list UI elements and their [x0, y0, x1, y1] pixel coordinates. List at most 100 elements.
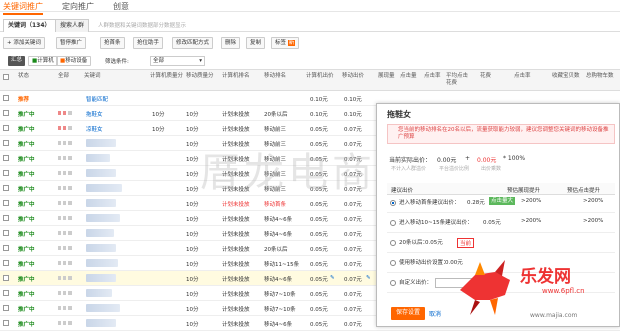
- row-status[interactable]: 推广中: [18, 125, 35, 133]
- option-radio[interactable]: [390, 240, 396, 246]
- row-status[interactable]: 推广中: [18, 290, 35, 298]
- row-status[interactable]: 推广中: [18, 275, 35, 283]
- row-mobile-bid[interactable]: 0.07元: [344, 260, 362, 268]
- suggestion-row[interactable]: 进入移动首条建议出价： 0.28元 点击量大 >200% >200%: [387, 195, 615, 213]
- col-fav[interactable]: 收藏宝贝数: [552, 73, 580, 80]
- col-mobile-rank[interactable]: 移动排名: [264, 73, 300, 80]
- row-mobile-bid[interactable]: 0.10元: [344, 95, 362, 103]
- row-pc-bid[interactable]: 0.05元: [310, 200, 328, 208]
- row-status[interactable]: 推广中: [18, 260, 35, 268]
- row-checkbox[interactable]: [3, 230, 9, 236]
- col-pc-rank[interactable]: 计算机排名: [222, 73, 260, 80]
- row-checkbox[interactable]: [3, 290, 9, 296]
- tab-search-people[interactable]: 搜索人群: [55, 19, 90, 32]
- row-mobile-bid[interactable]: 0.07元: [344, 305, 362, 313]
- edit-icon[interactable]: ✎: [330, 275, 335, 281]
- row-mobile-bid[interactable]: 0.07元: [344, 125, 362, 133]
- row-mobile-bid[interactable]: 0.07元: [344, 215, 362, 223]
- match-type-button[interactable]: 修改匹配方式: [172, 37, 214, 49]
- row-mobile-bid[interactable]: 0.07元: [344, 230, 362, 238]
- save-button[interactable]: 保存设置: [391, 307, 426, 320]
- row-status[interactable]: 推广中: [18, 170, 35, 178]
- row-checkbox[interactable]: [3, 215, 9, 221]
- edit-mobile-icon[interactable]: ✎: [366, 275, 371, 281]
- bid-helper-button[interactable]: 抢位助手: [133, 37, 164, 49]
- add-keyword-button[interactable]: + 添加关键词: [3, 37, 45, 49]
- col-all[interactable]: 全部: [58, 73, 69, 80]
- row-checkbox[interactable]: [3, 125, 9, 131]
- option-radio[interactable]: [390, 280, 396, 286]
- mobile-chip[interactable]: ■移动设备: [56, 56, 92, 66]
- nav-creative[interactable]: 创意: [113, 1, 129, 12]
- row-checkbox[interactable]: [3, 200, 9, 206]
- tab-keywords[interactable]: 关键词（134）: [3, 19, 56, 32]
- option-radio[interactable]: [390, 220, 396, 226]
- row-keyword[interactable]: 拖鞋女: [86, 110, 103, 118]
- row-pc-bid[interactable]: 0.05元: [310, 245, 328, 253]
- row-checkbox[interactable]: [3, 245, 9, 251]
- row-checkbox[interactable]: [3, 260, 9, 266]
- row-mobile-bid[interactable]: 0.07元: [344, 245, 362, 253]
- row-mobile-bid[interactable]: 0.07元: [344, 275, 362, 283]
- col-cart[interactable]: 总购物车数: [586, 73, 618, 80]
- tag-button[interactable]: 标签 新: [271, 37, 300, 49]
- delete-button[interactable]: 删除: [221, 37, 241, 49]
- pause-button[interactable]: 暂停推广: [56, 37, 87, 49]
- nav-target-promo[interactable]: 定向推广: [62, 1, 94, 12]
- row-pc-bid[interactable]: 0.05元: [310, 305, 328, 313]
- col-pc-quality[interactable]: 计算机质量分: [150, 73, 183, 80]
- row-mobile-bid[interactable]: 0.07元: [344, 290, 362, 298]
- col-keyword[interactable]: 关键词: [84, 73, 101, 80]
- row-mobile-bid[interactable]: 0.10元: [344, 110, 362, 118]
- row-status[interactable]: 推广中: [18, 200, 35, 208]
- col-impressions[interactable]: 展现量: [378, 73, 395, 80]
- option-radio[interactable]: [390, 200, 396, 206]
- row-checkbox[interactable]: [3, 155, 9, 161]
- row-checkbox[interactable]: [3, 185, 9, 191]
- select-all-checkbox[interactable]: [3, 74, 9, 80]
- col-pc-bid[interactable]: 计算机出价: [306, 73, 336, 80]
- col-clicks[interactable]: 点击量: [400, 73, 417, 80]
- row-checkbox[interactable]: [3, 110, 9, 116]
- row-status[interactable]: 推广中: [18, 140, 35, 148]
- row-pc-bid[interactable]: 0.05元: [310, 125, 328, 133]
- row-checkbox[interactable]: [3, 95, 9, 101]
- row-status[interactable]: 推广中: [18, 110, 35, 118]
- row-status[interactable]: 推广中: [18, 230, 35, 238]
- row-keyword[interactable]: 智能匹配: [86, 95, 108, 103]
- row-keyword[interactable]: 凉鞋女: [86, 125, 103, 133]
- outbid-button[interactable]: 抢首条: [100, 37, 125, 49]
- col-status[interactable]: 状态: [18, 73, 29, 80]
- col-mobile-quality[interactable]: 移动质量分: [186, 73, 218, 80]
- row-pc-bid[interactable]: 0.05元: [310, 230, 328, 238]
- row-status[interactable]: 推广中: [18, 185, 35, 193]
- row-pc-bid[interactable]: 0.10元: [310, 110, 328, 118]
- row-pc-bid[interactable]: 0.05元: [310, 275, 328, 283]
- row-status[interactable]: 推荐: [18, 95, 29, 103]
- row-checkbox[interactable]: [3, 170, 9, 176]
- col-mobile-bid[interactable]: 移动出价: [342, 73, 372, 80]
- row-status[interactable]: 推广中: [18, 155, 35, 163]
- row-pc-bid[interactable]: 0.05元: [310, 290, 328, 298]
- row-pc-bid[interactable]: 0.05元: [310, 215, 328, 223]
- suggestion-row[interactable]: 进入移动10~15条建议出价： 0.05元 >200% >200%: [387, 215, 615, 233]
- col-ctr[interactable]: 点击率: [424, 73, 441, 80]
- nav-keyword-promo[interactable]: 关键词推广: [3, 1, 43, 15]
- row-status[interactable]: 推广中: [18, 215, 35, 223]
- option-radio[interactable]: [390, 260, 396, 266]
- row-pc-bid[interactable]: 0.05元: [310, 260, 328, 268]
- row-pc-bid[interactable]: 0.10元: [310, 95, 328, 103]
- row-status[interactable]: 推广中: [18, 245, 35, 253]
- row-checkbox[interactable]: [3, 275, 9, 281]
- row-checkbox[interactable]: [3, 305, 9, 311]
- cancel-button[interactable]: 取消: [429, 309, 441, 318]
- col-cpc[interactable]: 平均点击花费: [446, 73, 472, 87]
- pc-chip[interactable]: ■计算机: [28, 56, 58, 66]
- col-ctr2[interactable]: 点击率: [514, 73, 531, 80]
- summary-chip[interactable]: 汇总: [8, 56, 26, 66]
- row-status[interactable]: 推广中: [18, 305, 35, 313]
- row-mobile-bid[interactable]: 0.07元: [344, 200, 362, 208]
- row-checkbox[interactable]: [3, 140, 9, 146]
- filter-select[interactable]: 全部 ▾: [150, 56, 205, 66]
- copy-button[interactable]: 复制: [246, 37, 266, 49]
